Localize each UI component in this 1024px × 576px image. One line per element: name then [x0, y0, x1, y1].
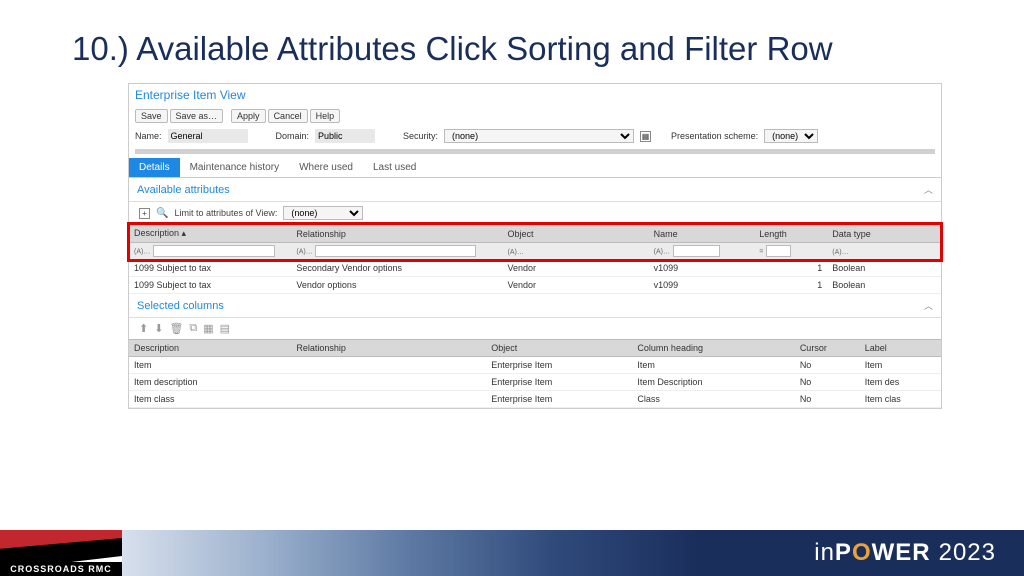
- crossroads-logo: CROSSROADS RMC: [0, 530, 122, 576]
- slide-footer: CROSSROADS RMC inPOWER2023: [0, 530, 1024, 576]
- limit-filter-bar: + 🔍 Limit to attributes of View: (none): [129, 202, 941, 224]
- filter-object-hint: (A)…: [508, 249, 524, 256]
- newdoc-icon[interactable]: +: [139, 208, 150, 219]
- filter-row: (A)… (A)… (A)… (A)… = (A)…: [129, 243, 941, 260]
- view2-icon[interactable]: ▤: [220, 322, 230, 335]
- available-table: Description ▴ Relationship Object Name L…: [129, 224, 941, 260]
- col-label[interactable]: Label: [860, 340, 941, 357]
- col-description[interactable]: Description: [129, 340, 291, 357]
- app-title: Enterprise Item View: [129, 84, 941, 106]
- copy-icon[interactable]: ⧉: [189, 322, 197, 335]
- filter-description[interactable]: [153, 245, 275, 257]
- saveas-button[interactable]: Save as…: [170, 109, 224, 123]
- name-label: Name:: [135, 131, 162, 141]
- filter-datatype-hint: (A)…: [832, 249, 848, 256]
- available-attributes-title: Available attributes: [137, 184, 230, 196]
- name-field[interactable]: [168, 129, 248, 143]
- form-row: Name: Domain: Security: (none) ▦ Present…: [129, 126, 941, 149]
- domain-field[interactable]: [315, 129, 375, 143]
- tab-where-used[interactable]: Where used: [289, 158, 363, 177]
- collapse-icon[interactable]: ︿: [924, 299, 933, 312]
- table-row[interactable]: Item descriptionEnterprise ItemItem Desc…: [129, 374, 941, 391]
- table-header-row: Description Relationship Object Column h…: [129, 340, 941, 357]
- view-icon[interactable]: ▦: [203, 322, 213, 335]
- help-button[interactable]: Help: [310, 109, 341, 123]
- scheme-select[interactable]: (none): [764, 129, 818, 143]
- footer-gradient: inPOWER2023: [122, 530, 1024, 576]
- movedown-icon[interactable]: ⬇: [154, 322, 163, 335]
- search-icon[interactable]: 🔍: [156, 208, 168, 219]
- selected-columns-title: Selected columns: [137, 300, 224, 312]
- available-table-body: 1099 Subject to tax Secondary Vendor opt…: [129, 260, 941, 294]
- domain-label: Domain:: [276, 131, 310, 141]
- filter-relationship[interactable]: [315, 245, 476, 257]
- col-datatype[interactable]: Data type: [827, 225, 941, 243]
- save-button[interactable]: Save: [135, 109, 168, 123]
- tab-last-used[interactable]: Last used: [363, 158, 426, 177]
- inpower-brand: inPOWER2023: [814, 539, 996, 567]
- table-row[interactable]: 1099 Subject to tax Vendor options Vendo…: [129, 277, 941, 294]
- col-cursor[interactable]: Cursor: [795, 340, 860, 357]
- scheme-label: Presentation scheme:: [671, 131, 758, 141]
- apply-button[interactable]: Apply: [231, 109, 266, 123]
- toolbar: Save Save as… Apply Cancel Help: [129, 106, 941, 126]
- grid-icon[interactable]: ▦: [640, 131, 651, 142]
- slide-title: 10.) Available Attributes Click Sorting …: [0, 0, 1024, 83]
- moveup-icon[interactable]: ⬆: [139, 322, 148, 335]
- available-attributes-header[interactable]: Available attributes ︿: [129, 178, 941, 202]
- security-label: Security:: [403, 131, 438, 141]
- app-window: Enterprise Item View Save Save as… Apply…: [128, 83, 942, 409]
- logo-text: CROSSROADS RMC: [0, 562, 122, 576]
- col-name[interactable]: Name: [649, 225, 755, 243]
- cancel-button[interactable]: Cancel: [268, 109, 308, 123]
- table-row[interactable]: 1099 Subject to tax Secondary Vendor opt…: [129, 260, 941, 277]
- tab-maintenance[interactable]: Maintenance history: [180, 158, 290, 177]
- col-relationship[interactable]: Relationship: [291, 225, 502, 243]
- limit-label: Limit to attributes of View:: [174, 208, 277, 218]
- filter-length[interactable]: [766, 245, 791, 257]
- col-object[interactable]: Object: [503, 225, 649, 243]
- selected-table: Description Relationship Object Column h…: [129, 339, 941, 408]
- selected-toolbar: ⬆ ⬇ 🗑 ⧉ ▦ ▤: [129, 318, 941, 339]
- header-filter-highlight: Description ▴ Relationship Object Name L…: [129, 224, 941, 260]
- col-relationship[interactable]: Relationship: [291, 340, 486, 357]
- filter-name[interactable]: [673, 245, 721, 257]
- tab-bar: Details Maintenance history Where used L…: [129, 158, 941, 178]
- col-colheading[interactable]: Column heading: [632, 340, 794, 357]
- scrollbar-h[interactable]: [135, 149, 935, 154]
- table-header-row: Description ▴ Relationship Object Name L…: [129, 225, 941, 243]
- table-row[interactable]: Item classEnterprise ItemClassNoItem cla…: [129, 391, 941, 408]
- selected-columns-header[interactable]: Selected columns ︿: [129, 294, 941, 318]
- col-object[interactable]: Object: [486, 340, 632, 357]
- security-select[interactable]: (none): [444, 129, 634, 143]
- table-row[interactable]: ItemEnterprise ItemItemNoItem: [129, 357, 941, 374]
- col-description[interactable]: Description ▴: [129, 225, 291, 243]
- limit-select[interactable]: (none): [283, 206, 363, 220]
- collapse-icon[interactable]: ︿: [924, 183, 933, 196]
- delete-icon[interactable]: 🗑: [169, 322, 183, 335]
- col-length[interactable]: Length: [754, 225, 827, 243]
- tab-details[interactable]: Details: [129, 158, 180, 177]
